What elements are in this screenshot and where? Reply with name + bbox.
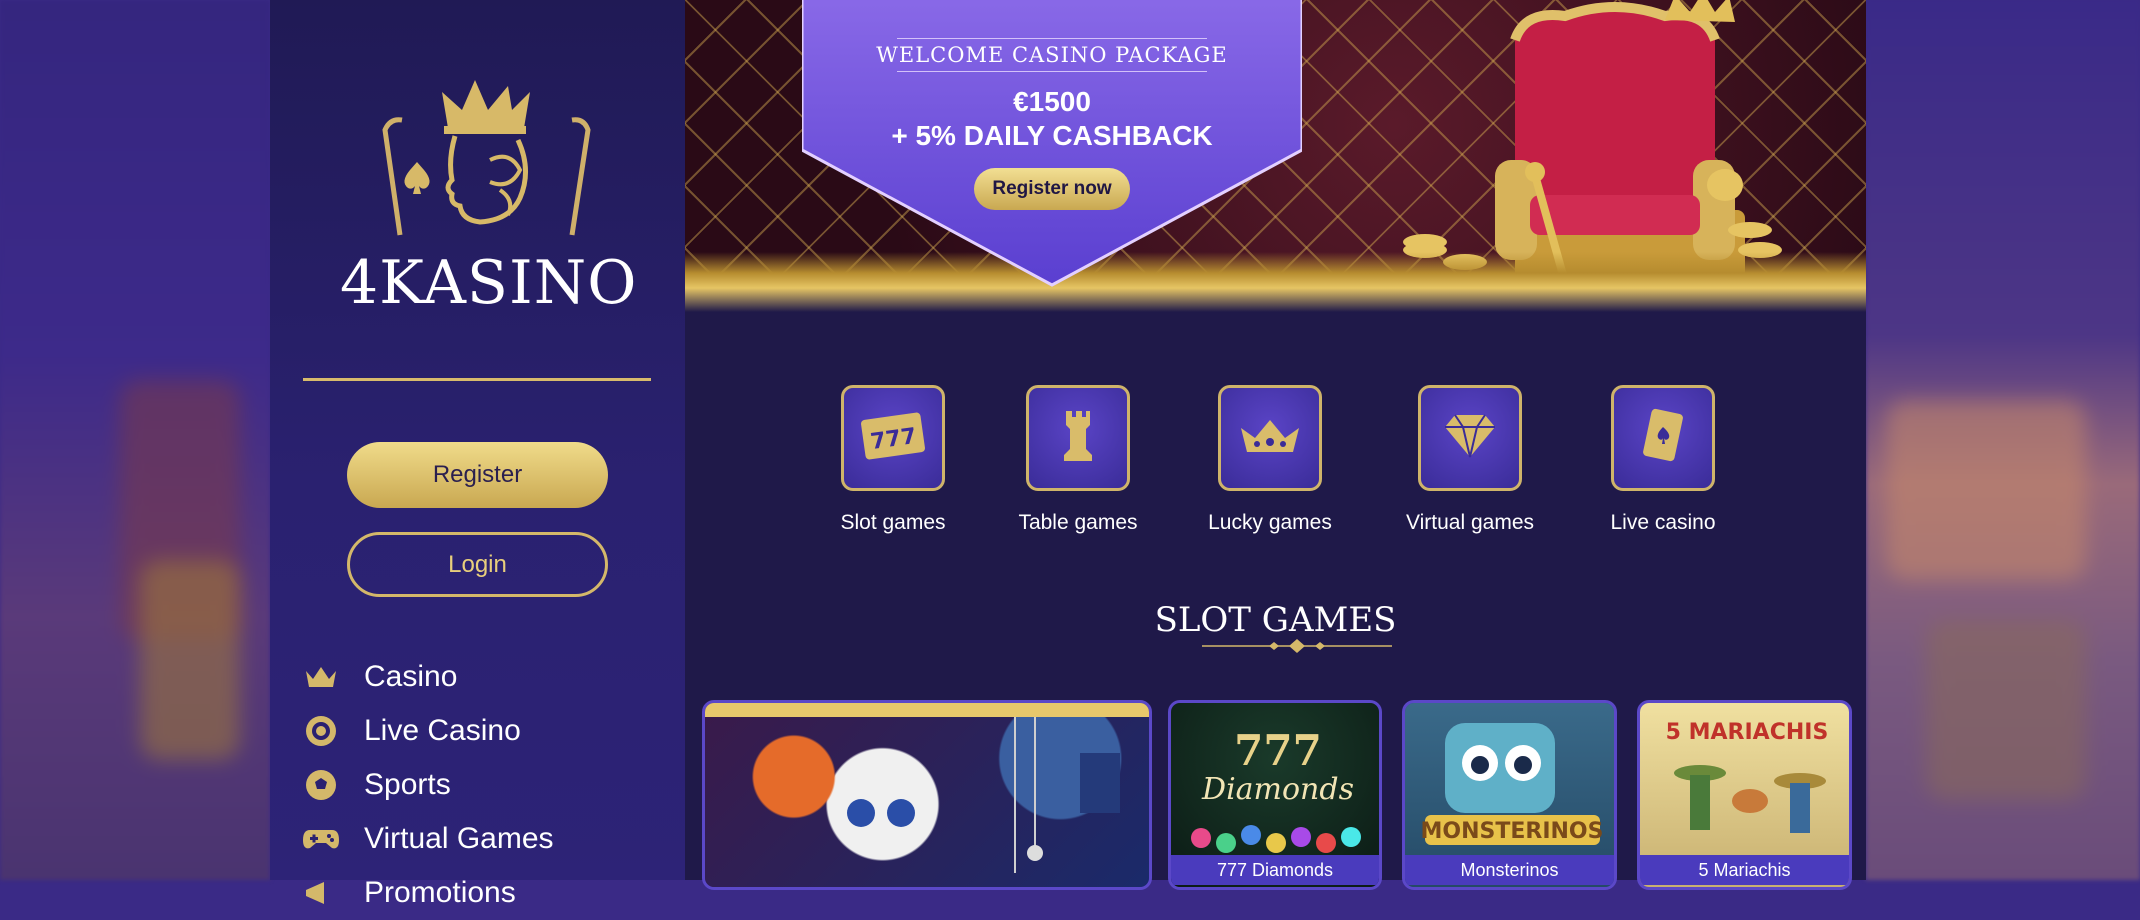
- sidebar-item-label: Casino: [364, 660, 458, 693]
- game-title: 5 Mariachis: [1640, 855, 1849, 885]
- category-virtual-games[interactable]: Virtual games: [1390, 385, 1550, 535]
- package-cashback: + 5% DAILY CASHBACK: [891, 120, 1213, 151]
- svg-text:5 MARIACHIS: 5 MARIACHIS: [1666, 720, 1829, 745]
- game-card-featured[interactable]: [702, 700, 1152, 890]
- heading-ornament: [1202, 639, 1392, 653]
- chess-rook-icon: [1056, 407, 1100, 470]
- background-left: [0, 0, 270, 880]
- king-logo-icon: [382, 80, 591, 236]
- category-lucky-games[interactable]: Lucky games: [1190, 385, 1350, 535]
- sidebar-item-promotions[interactable]: Promotions: [302, 866, 662, 920]
- login-button[interactable]: Login: [347, 532, 608, 597]
- category-live-casino[interactable]: Live casino: [1583, 385, 1743, 535]
- welcome-package: WELCOME CASINO PACKAGE €1500 + 5% DAILY …: [802, 0, 1302, 210]
- sidebar: 4KASINO Register Login Casino Live Casin…: [270, 0, 685, 909]
- sidebar-item-label: Live Casino: [364, 714, 521, 747]
- package-title: WELCOME CASINO PACKAGE: [876, 43, 1228, 67]
- sidebar-divider: [303, 378, 651, 381]
- category-tile: [1218, 385, 1322, 491]
- svg-text:Diamonds: Diamonds: [1201, 772, 1354, 807]
- main-content: WELCOME CASINO PACKAGE €1500 + 5% DAILY …: [685, 0, 1866, 890]
- category-label: Live casino: [1610, 511, 1716, 534]
- chip-icon: [302, 712, 340, 750]
- category-slot-games[interactable]: 777 Slot games: [813, 385, 973, 535]
- register-now-button[interactable]: Register now: [974, 168, 1130, 210]
- game-thumbnail: [705, 703, 1149, 887]
- category-label: Lucky games: [1208, 511, 1332, 534]
- slot-777-icon: 777: [861, 412, 925, 465]
- package-rule-top: [897, 38, 1207, 39]
- package-amount: €1500: [1013, 86, 1091, 117]
- hero-banner: WELCOME CASINO PACKAGE €1500 + 5% DAILY …: [685, 0, 1866, 312]
- slot-games-heading: SLOT GAMES: [1154, 600, 1397, 640]
- category-tile: [1611, 385, 1715, 491]
- spade-card-icon: [1641, 407, 1685, 470]
- brand-name: 4KASINO: [340, 248, 638, 318]
- diamond-icon: [1443, 411, 1497, 466]
- sidebar-item-virtual-games[interactable]: Virtual Games: [302, 812, 662, 866]
- soccer-ball-icon: [302, 766, 340, 804]
- category-tile: [1026, 385, 1130, 491]
- category-label: Table games: [1018, 511, 1138, 534]
- background-right: [1866, 0, 2140, 880]
- game-title: 777 Diamonds: [1171, 855, 1379, 885]
- crown-icon: [1237, 414, 1303, 463]
- svg-text:777: 777: [1234, 726, 1322, 775]
- game-card[interactable]: MONSTERINOS Monsterinos: [1402, 700, 1617, 890]
- slot-games-grid: 777 Diamonds 777 Diamonds MONSTERINOS Mo…: [702, 700, 1862, 890]
- game-title: Monsterinos: [1405, 855, 1614, 885]
- crown-icon: [302, 658, 340, 696]
- sidebar-item-live-casino[interactable]: Live Casino: [302, 704, 662, 758]
- category-table-games[interactable]: Table games: [998, 385, 1158, 535]
- category-label: Virtual games: [1405, 511, 1534, 534]
- sidebar-item-label: Virtual Games: [364, 822, 554, 855]
- svg-text:MONSTERINOS: MONSTERINOS: [1421, 819, 1604, 844]
- register-button[interactable]: Register: [347, 442, 608, 508]
- package-rule-bottom: [897, 71, 1207, 72]
- game-card[interactable]: 777 Diamonds 777 Diamonds: [1168, 700, 1382, 890]
- brand-logo[interactable]: 4KASINO: [340, 70, 638, 320]
- game-card[interactable]: 5 MARIACHIS 5 Mariachis: [1637, 700, 1852, 890]
- sidebar-item-casino[interactable]: Casino: [302, 650, 662, 704]
- category-tile: 777: [841, 385, 945, 491]
- sidebar-item-sports[interactable]: Sports: [302, 758, 662, 812]
- sidebar-item-label: Sports: [364, 768, 451, 801]
- sidebar-item-label: Promotions: [364, 876, 516, 909]
- category-tile: [1418, 385, 1522, 491]
- game-categories: 777 Slot games Table games Lucky games V…: [685, 385, 1866, 545]
- gamepad-icon: [302, 820, 340, 858]
- category-label: Slot games: [840, 511, 946, 534]
